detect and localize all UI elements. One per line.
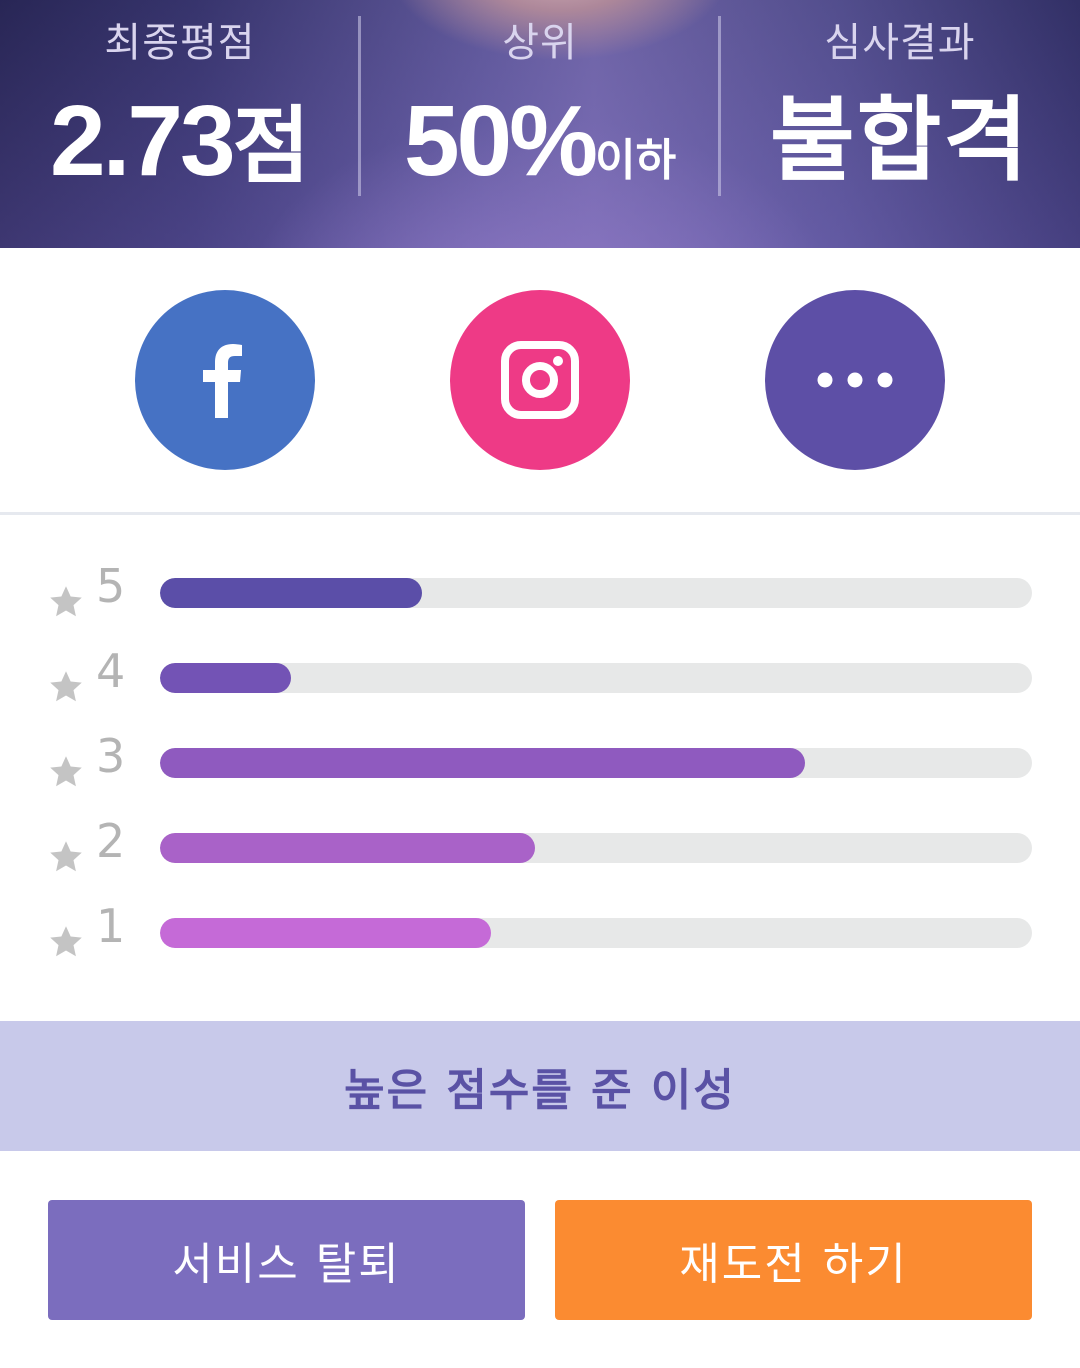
rank-stat: 상위 50%이하 bbox=[360, 0, 720, 248]
share-facebook-button[interactable] bbox=[135, 290, 315, 470]
final-score-stat: 최종평점 2.73점 bbox=[0, 0, 360, 248]
rating-row-5: 5 bbox=[0, 559, 1080, 624]
section-divider bbox=[0, 512, 1080, 515]
rank-suffix: 이하 bbox=[595, 136, 677, 185]
instagram-icon bbox=[501, 341, 579, 419]
result-stats-banner: 최종평점 2.73점 상위 50%이하 심사결과 불합격 bbox=[0, 0, 1080, 248]
high-score-label: 높은 점수를 준 이성 bbox=[344, 1065, 736, 1116]
rating-value-label: 2 bbox=[96, 814, 126, 868]
final-score-value: 2.73점 bbox=[0, 86, 360, 201]
rating-bar-fill bbox=[160, 748, 806, 778]
facebook-icon bbox=[203, 344, 242, 418]
star-icon bbox=[50, 586, 82, 617]
rating-row-2: 2 bbox=[0, 814, 1080, 879]
rating-bar-fill bbox=[160, 833, 535, 863]
rating-bar-track bbox=[160, 918, 1032, 948]
final-score-label: 최종평점 bbox=[104, 20, 256, 66]
rating-row-4: 4 bbox=[0, 644, 1080, 709]
rating-bar-track bbox=[160, 748, 1032, 778]
share-more-button[interactable] bbox=[765, 290, 945, 470]
leave-service-button[interactable]: 서비스 탈퇴 bbox=[48, 1200, 525, 1320]
rating-value-label: 4 bbox=[96, 644, 126, 698]
retry-button[interactable]: 재도전 하기 bbox=[555, 1200, 1032, 1320]
final-score-number: 2.73 bbox=[50, 85, 236, 197]
rating-row-1: 1 bbox=[0, 899, 1080, 964]
result-label: 심사결과 bbox=[824, 20, 976, 66]
rating-bar-fill bbox=[160, 918, 492, 948]
rating-value-label: 1 bbox=[96, 899, 126, 953]
rating-bar-track bbox=[160, 578, 1032, 608]
rating-value-label: 5 bbox=[96, 559, 126, 613]
result-page: 최종평점 2.73점 상위 50%이하 심사결과 불합격 5 4 3 2 1 높… bbox=[0, 0, 1080, 1368]
rating-bar-track bbox=[160, 833, 1032, 863]
rank-percent: 50% bbox=[403, 85, 598, 197]
result-stat: 심사결과 불합격 bbox=[720, 0, 1080, 248]
star-icon bbox=[50, 671, 82, 702]
final-score-unit: 점 bbox=[232, 99, 310, 193]
rank-value: 50%이하 bbox=[360, 86, 720, 216]
rating-value-label: 3 bbox=[96, 729, 126, 783]
star-icon bbox=[50, 926, 82, 957]
share-row bbox=[0, 248, 1080, 514]
star-icon bbox=[50, 841, 82, 872]
high-score-opposite-sex-button[interactable]: 높은 점수를 준 이성 bbox=[0, 1021, 1080, 1151]
rating-bar-track bbox=[160, 663, 1032, 693]
rating-row-3: 3 bbox=[0, 729, 1080, 794]
rank-label: 상위 bbox=[502, 20, 578, 66]
star-icon bbox=[50, 756, 82, 787]
share-instagram-button[interactable] bbox=[450, 290, 630, 470]
result-value: 불합격 bbox=[770, 90, 1030, 192]
rating-bar-fill bbox=[160, 578, 422, 608]
rating-bar-fill bbox=[160, 663, 291, 693]
more-dots-icon bbox=[817, 372, 893, 388]
